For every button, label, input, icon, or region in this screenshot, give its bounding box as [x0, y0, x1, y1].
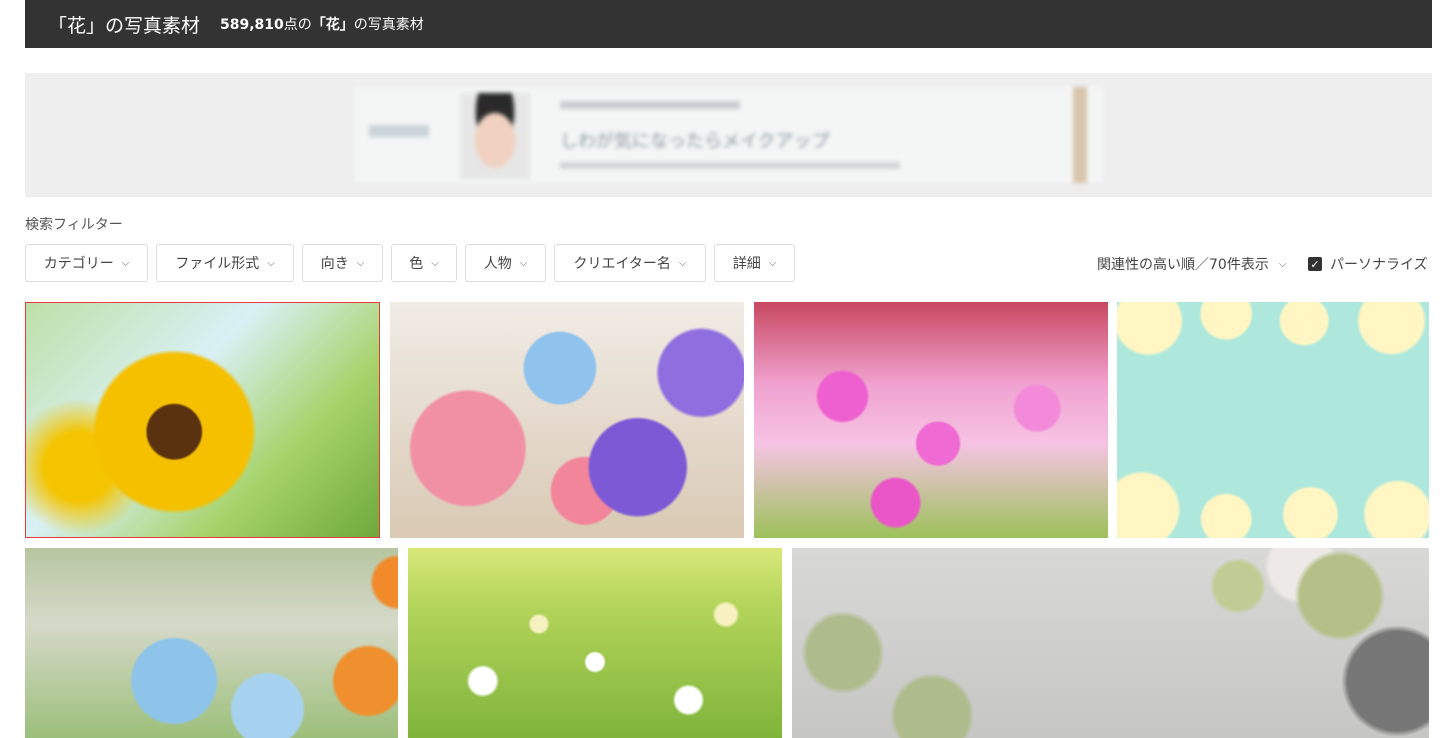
ad-subtext: [560, 101, 740, 109]
result-keyword: 「花」: [311, 17, 354, 33]
ad-side-image: [1073, 87, 1087, 183]
result-count: 589,810点の「花」の写真素材: [220, 14, 424, 34]
filter-label: 人物: [483, 256, 512, 272]
photo-dried-botanicals[interactable]: [792, 548, 1429, 738]
filter-people-button[interactable]: 人物 ⌵: [465, 244, 546, 282]
chevron-down-icon: ⌵: [267, 257, 275, 269]
check-icon[interactable]: ✓: [1308, 257, 1322, 271]
photo-chamomile[interactable]: [408, 548, 782, 738]
photo-delphinium-tulip[interactable]: [25, 548, 398, 738]
filter-label: カテゴリー: [43, 256, 114, 272]
filter-details-button[interactable]: 詳細 ⌵: [714, 244, 795, 282]
photo-cosmos[interactable]: [754, 302, 1108, 538]
filter-creator-button[interactable]: クリエイター名 ⌵: [554, 244, 706, 282]
personalize-label: パーソナライズ: [1330, 257, 1428, 273]
photo-plumeria[interactable]: [1117, 302, 1429, 538]
filter-label: ファイル形式: [175, 256, 260, 272]
filter-label: 向き: [320, 256, 349, 272]
chevron-down-icon: ⌵: [121, 257, 130, 269]
filter-heading: 検索フィルター: [25, 217, 123, 233]
chevron-down-icon: ⌵: [431, 257, 439, 269]
result-count-suffix: 点の: [283, 17, 312, 33]
filter-label: 色: [409, 256, 424, 272]
result-count-tail: の写真素材: [353, 17, 424, 33]
filter-bar: カテゴリー ⌵ ファイル形式 ⌵ 向き ⌵ 色 ⌵ 人物 ⌵ クリエイター名 ⌵ 詳細 ⌵: [25, 244, 803, 282]
chevron-down-icon: ⌵: [1278, 258, 1287, 270]
chevron-down-icon: ⌵: [356, 257, 365, 269]
sort-label: 関連性の高い順／70件表示: [1097, 257, 1269, 273]
filter-orientation-button[interactable]: 向き ⌵: [302, 244, 383, 282]
filter-file-format-button[interactable]: ファイル形式 ⌵: [156, 244, 294, 282]
chevron-down-icon: ⌵: [768, 257, 777, 269]
result-count-number: 589,810: [220, 17, 284, 33]
ad-banner-area: しわが気になったらメイクアップ: [25, 73, 1432, 197]
ad-banner[interactable]: しわが気になったらメイクアップ: [355, 87, 1103, 183]
ad-logo: [369, 125, 429, 137]
chevron-down-icon: ⌵: [678, 257, 687, 269]
filter-category-button[interactable]: カテゴリー ⌵: [25, 244, 148, 282]
sort-dropdown[interactable]: 関連性の高い順／70件表示 ⌵: [1097, 254, 1286, 274]
page-header: 「花」の写真素材 589,810点の「花」の写真素材: [25, 0, 1432, 48]
photo-sunflower[interactable]: [25, 302, 380, 538]
filter-label: 詳細: [732, 256, 761, 272]
ad-footer-text: [560, 162, 900, 169]
filter-label: クリエイター名: [573, 256, 671, 272]
page-title: 「花」の写真素材: [48, 14, 201, 37]
chevron-down-icon: ⌵: [519, 257, 528, 269]
ad-image: [460, 93, 530, 179]
photo-morning-glory[interactable]: [390, 302, 744, 538]
filter-color-button[interactable]: 色 ⌵: [391, 244, 457, 282]
personalize-toggle[interactable]: ✓ パーソナライズ: [1308, 254, 1428, 274]
ad-headline: しわが気になったらメイクアップ: [560, 131, 830, 152]
